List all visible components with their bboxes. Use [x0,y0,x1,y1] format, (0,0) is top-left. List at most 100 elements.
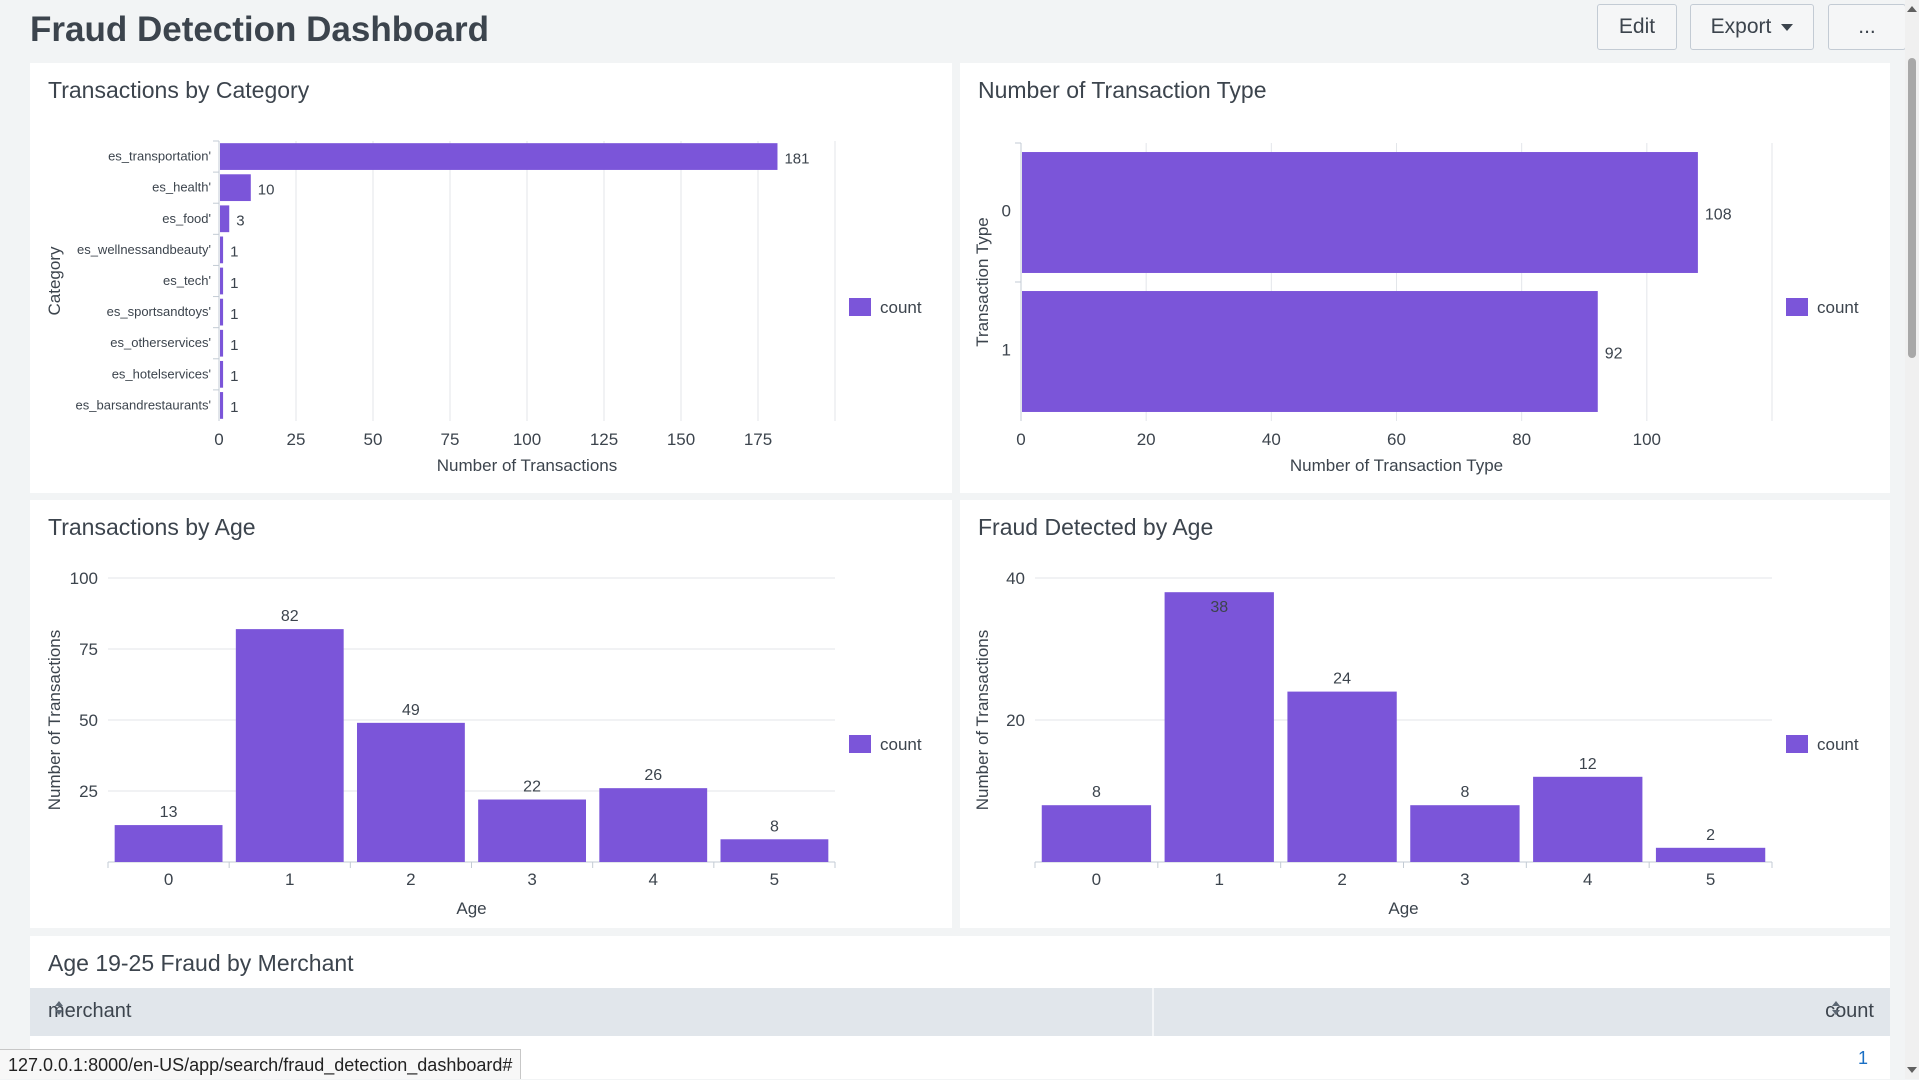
sort-icon [55,1001,63,1015]
legend-label: count [1817,298,1859,317]
legend-label: count [880,735,922,754]
y-axis-title: Transaction Type [973,217,992,346]
bar [1287,691,1397,862]
x-tick-label: 50 [364,430,383,449]
panel-title-merchant: Age 19-25 Fraud by Merchant [48,950,354,976]
export-button[interactable]: Export [1690,4,1814,50]
x-category-label: 1 [285,870,294,889]
vertical-scrollbar[interactable] [1905,0,1919,1079]
bar [1041,805,1152,862]
bar-value-label: 92 [1605,346,1623,363]
bar-value-label: 8 [1460,784,1469,801]
y-axis-title: Number of Transactions [973,630,992,810]
bar [220,392,224,419]
y-tick-label: 25 [79,782,98,801]
more-options-button[interactable]: ... [1828,4,1906,50]
scroll-down-arrow-icon[interactable] [1907,1067,1917,1073]
x-category-label: 2 [1337,870,1346,889]
column-divider [1152,988,1154,1036]
column-header-count[interactable]: count [1825,1000,1874,1023]
chart-transaction-type: 0 20 40 60 80 100 0 108 1 92 Number of Transaction… [973,142,1859,475]
y-category-label: es_food' [162,211,211,226]
x-tick-label: 40 [1262,430,1281,449]
chart-transactions-by-age: 25 50 75 100 0 13 1 82 2 49 3 22 4 26 5 8 Age Number of T… [45,569,922,918]
bar-value-label: 13 [160,804,178,821]
x-axis-title: Age [456,899,486,918]
bar-value-label: 1 [230,399,238,416]
y-category-label: es_tech' [163,273,211,288]
bar-value-label: 26 [644,767,662,784]
y-category-label: 0 [1002,202,1011,221]
edit-button-label: Edit [1618,15,1656,38]
bar-value-label: 1 [230,368,238,385]
scrollbar-thumb[interactable] [1908,58,1916,358]
bar [1410,805,1520,862]
bar-value-label: 1 [230,244,238,261]
bar [1655,847,1766,862]
bar [478,799,587,862]
bar [220,174,251,202]
table-cell-count[interactable]: 1 [1858,1048,1868,1069]
y-tick-label: 75 [79,640,98,659]
panel-transaction-type: Number of Transaction Type 0 20 40 60 80 100 0… [960,63,1890,493]
y-category-label: es_otherservices' [110,335,211,350]
page-title: Fraud Detection Dashboard [30,10,489,49]
legend-swatch [1786,298,1808,316]
bar-value-label: 1 [230,275,238,292]
y-category-label: es_barsandrestaurants' [76,397,211,412]
x-tick-label: 150 [667,430,695,449]
bar-value-label: 22 [523,779,541,796]
edit-button[interactable]: Edit [1597,4,1677,50]
bar [220,360,224,388]
bar-value-label: 181 [784,150,809,167]
legend-label: count [880,298,922,317]
bar-value-label: 8 [770,818,779,835]
x-category-label: 1 [1215,870,1224,889]
bar [235,629,344,862]
x-tick-label: 175 [744,430,772,449]
bar-value-label: 38 [1210,599,1228,616]
y-axis-title: Number of Transactions [45,630,64,810]
bar [220,298,224,326]
x-tick-label: 125 [590,430,618,449]
caret-down-icon [1781,23,1794,31]
status-bar-url: 127.0.0.1:8000/en-US/app/search/fraud_de… [0,1049,522,1079]
x-tick-label: 0 [214,430,223,449]
bar-value-label: 3 [236,213,244,230]
bar [220,236,224,264]
bar-value-label: 2 [1706,827,1715,844]
chart-transactions-by-category: 0 25 50 75 100 125 150 175 es_transportation' 181… [45,140,922,475]
bar [220,329,224,357]
x-axis-title: Age [1388,899,1418,918]
y-category-label: 1 [1002,341,1011,360]
panel-transactions-by-age: Transactions by Age 25 50 75 100 0 13 1 82 2 49 3 2… [30,500,952,928]
y-category-label: es_health' [152,180,211,195]
bar [1022,291,1598,412]
x-category-label: 2 [406,870,415,889]
y-tick-label: 100 [70,569,98,588]
x-tick-label: 100 [1633,430,1661,449]
bar-value-label: 82 [281,608,299,625]
bar [720,839,829,862]
x-tick-label: 20 [1137,430,1156,449]
bar [1022,152,1698,273]
bar [220,205,230,233]
column-header-merchant[interactable]: merchant [48,1000,131,1023]
x-category-label: 0 [164,870,173,889]
legend-swatch [1786,735,1808,753]
bar-value-label: 49 [402,702,420,719]
table-header: merchant count [30,988,1890,1036]
scroll-up-arrow-icon[interactable] [1907,6,1917,12]
x-category-label: 3 [1460,870,1469,889]
more-options-label: ... [1858,15,1876,38]
legend-swatch [849,735,871,753]
bar-value-label: 10 [258,181,275,198]
y-category-label: es_sportsandtoys' [107,304,211,319]
bar-value-label: 108 [1705,207,1732,224]
x-axis-title: Number of Transactions [437,456,617,475]
panel-transactions-by-category: Transactions by Category 0 25 50 75 100 125 15… [30,63,952,493]
bar-value-label: 24 [1333,671,1351,688]
bar-value-label: 8 [1092,784,1101,801]
export-button-label: Export [1710,15,1772,38]
bar-value-label: 1 [230,337,238,354]
